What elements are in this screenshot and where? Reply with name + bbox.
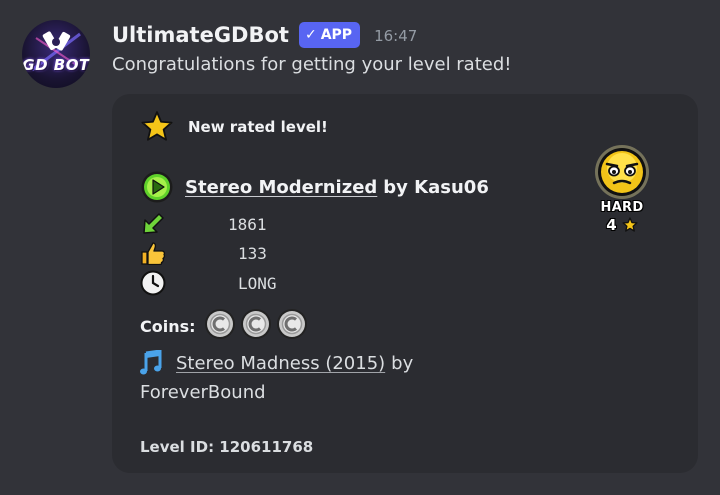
star-icon [140, 110, 174, 144]
download-arrow-icon [140, 212, 228, 236]
level-id: Level ID: 120611768 [140, 438, 314, 456]
difficulty-badge: HARD 4 [592, 144, 652, 234]
downloads-row: 1861 [140, 212, 267, 236]
silver-coin-icon [276, 308, 308, 344]
song-by-label: by [391, 352, 414, 374]
message: GD BOT UltimateGDBot ✓ APP 16:47 Congrat… [0, 0, 720, 495]
checkmark-icon: ✓ [304, 27, 317, 43]
message-header: UltimateGDBot ✓ APP 16:47 [112, 18, 417, 52]
app-badge-label: APP [320, 27, 353, 43]
difficulty-name: HARD [600, 200, 644, 215]
timestamp[interactable]: 16:47 [374, 27, 417, 45]
coins-row: Coins: [140, 308, 308, 344]
likes-row: 133 [140, 241, 267, 265]
small-star-icon [622, 217, 638, 233]
embed-header-label: New rated level! [188, 118, 328, 136]
song-row: Stereo Madness (2015) by [140, 350, 413, 376]
play-button-icon [140, 170, 174, 204]
silver-coin-icon [240, 308, 272, 344]
level-embed: New rated level! Stereo Modernized by Ka… [112, 94, 698, 473]
length-row: LONG [140, 270, 277, 296]
music-note-icon [140, 350, 162, 376]
embed-header: New rated level! [140, 110, 328, 144]
star-count: 4 [606, 216, 617, 234]
bot-avatar[interactable]: GD BOT [22, 20, 90, 88]
downloads-count: 1861 [228, 214, 267, 234]
avatar-art-icon [31, 31, 81, 72]
hard-face-icon [592, 144, 652, 200]
silver-coin-icon [204, 308, 236, 344]
difficulty-stars: 4 [592, 216, 652, 234]
thumbs-up-icon [140, 241, 238, 265]
likes-count: 133 [238, 243, 267, 263]
avatar-label: GD BOT [22, 56, 90, 74]
length-value: LONG [238, 273, 277, 293]
app-badge: ✓ APP [298, 22, 361, 48]
level-author: by Kasu06 [383, 176, 489, 198]
coins-label: Coins: [140, 316, 196, 336]
username[interactable]: UltimateGDBot [112, 23, 289, 47]
message-content: Congratulations for getting your level r… [112, 54, 512, 75]
level-name-link[interactable]: Stereo Modernized [185, 177, 377, 198]
clock-icon [140, 270, 238, 296]
song-artist: ForeverBound [140, 382, 266, 403]
level-title-row: Stereo Modernized by Kasu06 [140, 170, 489, 204]
song-link[interactable]: Stereo Madness (2015) [176, 353, 385, 374]
